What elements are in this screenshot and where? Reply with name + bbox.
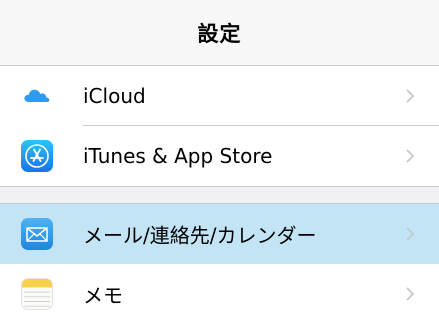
nav-bar: 設定 [0, 0, 439, 66]
settings-group-1: iCloud iTunes & App Store [0, 66, 439, 186]
notes-icon [21, 278, 53, 310]
settings-row-notes[interactable]: メモ [0, 264, 439, 324]
chevron-right-icon [406, 227, 415, 241]
settings-row-label: iCloud [83, 84, 146, 108]
settings-row-label: メール/連絡先/カレンダー [83, 223, 317, 248]
settings-row-itunes-app-store[interactable]: iTunes & App Store [0, 126, 439, 186]
settings-row-icloud[interactable]: iCloud [0, 66, 439, 126]
settings-row-label: iTunes & App Store [83, 144, 273, 168]
chevron-right-icon [406, 89, 415, 103]
settings-row-label: メモ [83, 283, 123, 308]
chevron-right-icon [406, 287, 415, 301]
settings-group-2: メール/連絡先/カレンダー メモ [0, 204, 439, 324]
icloud-icon [21, 80, 53, 112]
mail-icon [21, 218, 53, 250]
group-divider [0, 186, 439, 187]
chevron-right-icon [406, 149, 415, 163]
settings-row-mail-contacts-calendars[interactable]: メール/連絡先/カレンダー [0, 204, 439, 264]
page-title: 設定 [197, 21, 242, 46]
app-store-icon [21, 140, 53, 172]
